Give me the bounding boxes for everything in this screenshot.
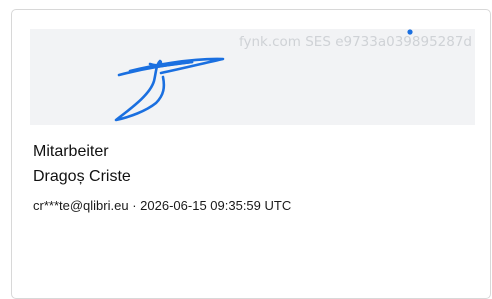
signer-name: Dragoș Criste: [33, 168, 131, 185]
signature-meta-text: fynk.com SES e9733a039895287d: [238, 34, 472, 50]
signer-details: cr***te@qlibri.eu · 2026-06-15 09:35:59 …: [33, 198, 291, 213]
signer-role: Mitarbeiter: [33, 143, 109, 160]
signer-email: cr***te@qlibri.eu: [33, 198, 129, 213]
signature-timestamp: 2026-06-15 09:35:59 UTC: [140, 198, 292, 213]
details-separator: ·: [132, 198, 137, 213]
signature-box: fynk.com SES e9733a039895287d: [30, 29, 475, 125]
